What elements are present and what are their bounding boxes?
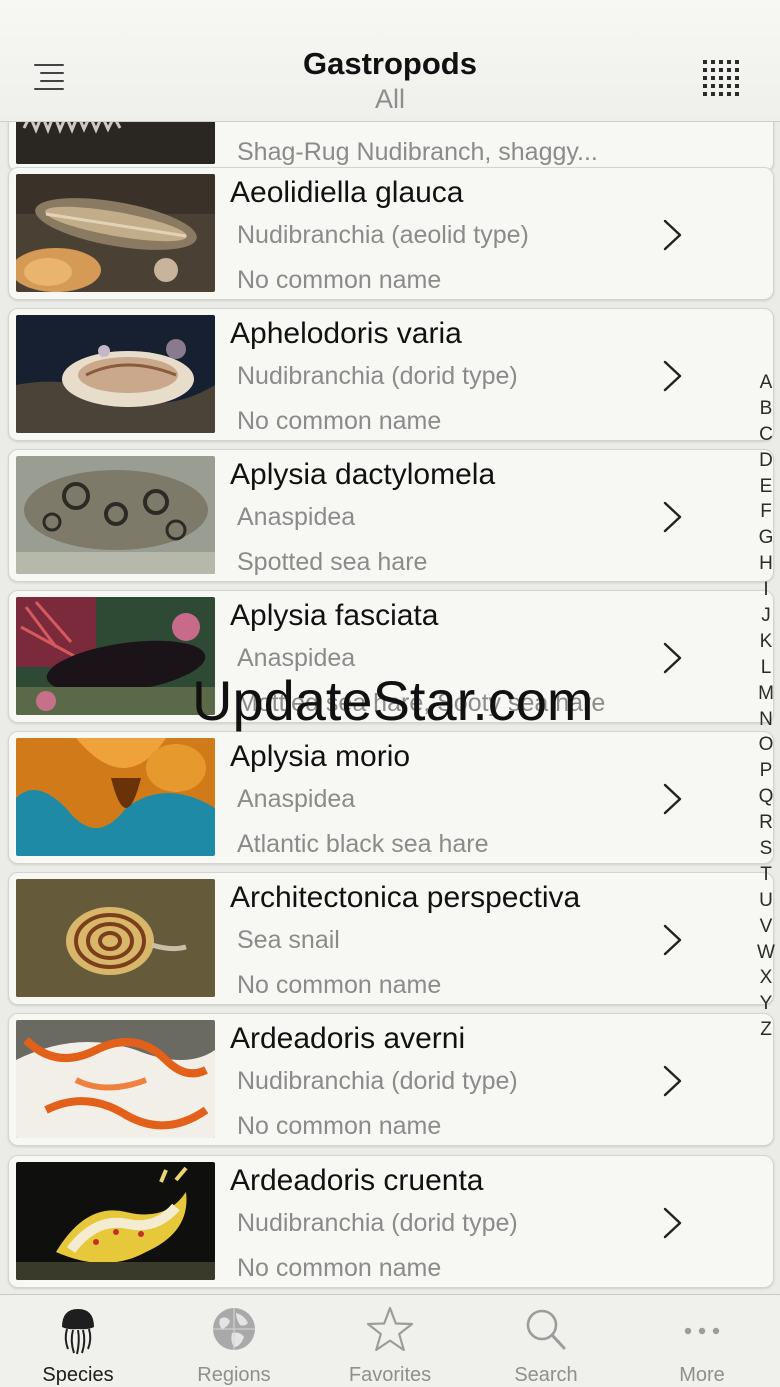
list-item[interactable]: Aeolidiella glauca Nudibranchia (aeolid …	[8, 167, 774, 300]
species-name: Aplysia morio	[230, 740, 411, 773]
index-letter[interactable]: T	[752, 862, 780, 888]
species-group: Anaspidea	[237, 503, 356, 531]
species-name: Aphelodoris varia	[230, 317, 462, 350]
index-letter[interactable]: R	[752, 810, 780, 836]
index-letter[interactable]: Z	[752, 1017, 780, 1043]
species-thumbnail	[16, 879, 215, 997]
species-name: Architectonica perspectiva	[230, 881, 581, 914]
chevron-right-icon	[663, 783, 682, 815]
star-icon	[366, 1306, 414, 1352]
chevron-right-icon	[663, 501, 682, 533]
tab-label: Regions	[197, 1364, 271, 1386]
species-thumbnail	[16, 315, 215, 433]
index-letter[interactable]: P	[752, 758, 780, 784]
index-letter[interactable]: N	[752, 707, 780, 733]
species-common-name: No common name	[237, 407, 442, 435]
tab-regions[interactable]: Regions	[156, 1295, 312, 1387]
chevron-right-icon	[663, 924, 682, 956]
species-group: Nudibranchia (aeolid type)	[237, 221, 529, 249]
species-common-name: No common name	[237, 1112, 442, 1140]
index-letter[interactable]: A	[752, 370, 780, 396]
index-letter[interactable]: S	[752, 836, 780, 862]
index-letter[interactable]: U	[752, 888, 780, 914]
index-letter[interactable]: K	[752, 629, 780, 655]
tab-label: Species	[42, 1364, 114, 1386]
chevron-right-icon	[663, 642, 682, 674]
index-letter[interactable]: V	[752, 914, 780, 940]
tab-favorites[interactable]: Favorites	[312, 1295, 468, 1387]
index-letter[interactable]: W	[752, 940, 780, 966]
chevron-right-icon	[663, 1065, 682, 1097]
globe-icon	[213, 1308, 255, 1350]
chevron-right-icon	[663, 360, 682, 392]
tab-label: Search	[514, 1364, 578, 1386]
index-letter[interactable]: Y	[752, 991, 780, 1017]
list-item[interactable]: Ardeadoris cruenta Nudibranchia (dorid t…	[8, 1155, 774, 1288]
index-letter[interactable]: X	[752, 965, 780, 991]
tab-more[interactable]: More	[624, 1295, 780, 1387]
grid-view-button[interactable]	[703, 60, 739, 96]
species-name: Aplysia dactylomela	[230, 458, 496, 491]
list-item[interactable]: Ardeadoris averni Nudibranchia (dorid ty…	[8, 1013, 774, 1146]
tab-label: More	[679, 1364, 725, 1386]
magnifier-icon	[526, 1309, 566, 1350]
species-thumbnail	[16, 597, 215, 715]
index-letter[interactable]: C	[752, 422, 780, 448]
species-thumbnail	[16, 1162, 215, 1280]
watermark: UpdateStar.com	[192, 669, 594, 732]
index-letter[interactable]: I	[752, 577, 780, 603]
species-group: Nudibranchia (dorid type)	[237, 362, 518, 390]
list-item[interactable]: Aplysia dactylomela Anaspidea Spotted se…	[8, 449, 774, 582]
species-common-name: No common name	[237, 266, 442, 294]
species-common-name: Shag-Rug Nudibranch, shaggy...	[237, 138, 598, 166]
index-letter[interactable]: E	[752, 474, 780, 500]
index-letter[interactable]: L	[752, 655, 780, 681]
list-item[interactable]: Aplysia morio Anaspidea Atlantic black s…	[8, 731, 774, 864]
more-dots-icon	[684, 1327, 720, 1335]
species-name: Aplysia fasciata	[230, 599, 439, 632]
species-group: Anaspidea	[237, 785, 356, 813]
species-common-name: No common name	[237, 1254, 442, 1282]
index-letter[interactable]: B	[752, 396, 780, 422]
species-group: Nudibranchia (dorid type)	[237, 1067, 518, 1095]
index-letter[interactable]: D	[752, 448, 780, 474]
tab-label: Favorites	[348, 1364, 432, 1386]
species-name: Aeolidiella glauca	[230, 176, 464, 209]
species-thumbnail	[16, 174, 215, 292]
list-item[interactable]: Architectonica perspectiva Sea snail No …	[8, 872, 774, 1005]
chevron-right-icon	[663, 1207, 682, 1239]
species-thumbnail	[16, 1020, 215, 1138]
index-letter[interactable]: J	[752, 603, 780, 629]
species-common-name: Atlantic black sea hare	[237, 830, 489, 858]
species-thumbnail	[16, 456, 215, 574]
jellyfish-icon	[62, 1309, 94, 1355]
species-group: Sea snail	[237, 926, 340, 954]
index-letter[interactable]: Q	[752, 784, 780, 810]
index-letter[interactable]: F	[752, 499, 780, 525]
page-subtitle[interactable]: All	[0, 84, 780, 115]
tab-search[interactable]: Search	[468, 1295, 624, 1387]
navigation-bar: Gastropods All	[0, 0, 780, 122]
list-item[interactable]: Aphelodoris varia Nudibranchia (dorid ty…	[8, 308, 774, 441]
species-name: Ardeadoris cruenta	[230, 1164, 484, 1197]
index-letter[interactable]: M	[752, 681, 780, 707]
tab-species[interactable]: Species	[0, 1295, 156, 1387]
alphabet-index[interactable]: ABCDEFGHIJKLMNOPQRSTUVWXYZ	[752, 370, 780, 1043]
species-common-name: No common name	[237, 971, 442, 999]
species-common-name: Spotted sea hare	[237, 548, 428, 576]
species-thumbnail	[16, 738, 215, 856]
index-letter[interactable]: H	[752, 551, 780, 577]
species-name: Ardeadoris averni	[230, 1022, 466, 1055]
species-list[interactable]: Shag-Rug Nudibranch, shaggy... Aeolidiel…	[0, 0, 780, 1294]
page-title: Gastropods	[303, 46, 477, 81]
tab-bar: Species Regions Favorites Search More	[0, 1294, 780, 1387]
species-group: Nudibranchia (dorid type)	[237, 1209, 518, 1237]
index-letter[interactable]: G	[752, 525, 780, 551]
chevron-right-icon	[663, 219, 682, 251]
index-letter[interactable]: O	[752, 732, 780, 758]
